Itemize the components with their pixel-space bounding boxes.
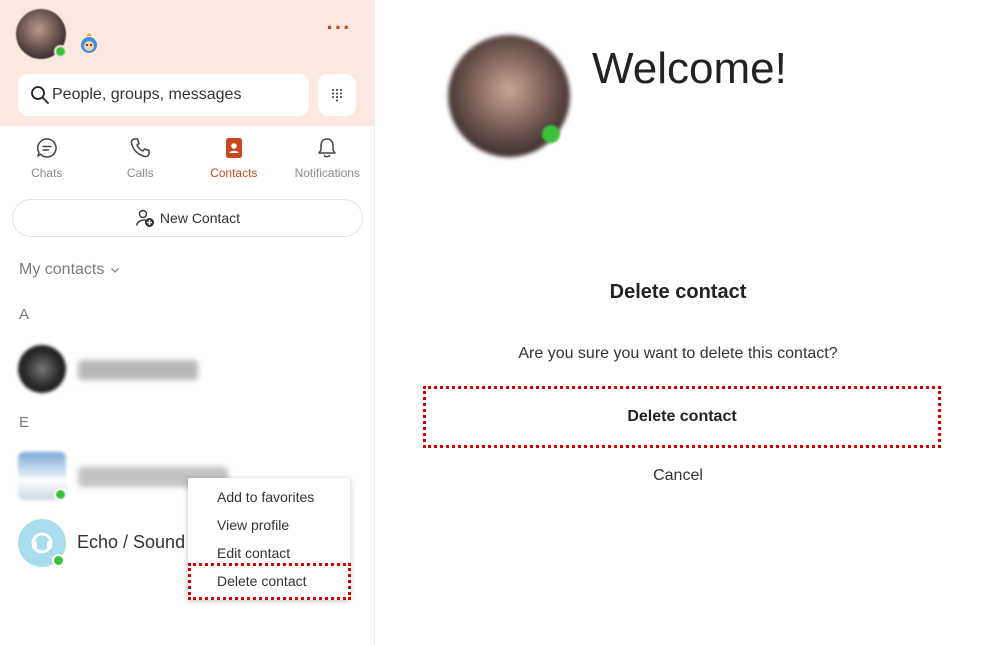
- dialpad-button[interactable]: [318, 74, 356, 116]
- dialog-title: Delete contact: [609, 281, 747, 303]
- headset-icon: [31, 532, 53, 554]
- new-contact-label: New Contact: [159, 210, 241, 226]
- tab-contacts[interactable]: Contacts: [187, 136, 281, 190]
- menu-item-delete-contact[interactable]: Delete contact: [217, 573, 307, 589]
- tab-chats[interactable]: Chats: [0, 136, 94, 190]
- contacts-book-icon: [225, 138, 242, 158]
- bell-icon: [318, 138, 336, 158]
- tab-label: Contacts: [210, 166, 258, 180]
- main-panel: Welcome! Delete contact Are you sure you…: [376, 0, 1004, 645]
- tab-notifications[interactable]: Notifications: [281, 136, 375, 190]
- tab-calls[interactable]: Calls: [94, 136, 188, 190]
- echo-contact-name[interactable]: Echo / Sound: [77, 532, 185, 553]
- mood-emoji-icon[interactable]: [79, 33, 99, 55]
- menu-item-add-to-favorites[interactable]: Add to favorites: [217, 489, 314, 505]
- menu-item-edit-contact[interactable]: Edit contact: [217, 545, 290, 561]
- dialpad-icon: [332, 89, 342, 102]
- welcome-heading: Welcome!: [592, 44, 787, 93]
- group-letter-a: A: [19, 306, 30, 323]
- my-presence-indicator: [54, 45, 67, 58]
- sidebar: ··· C: [0, 0, 375, 645]
- search-icon: [31, 86, 49, 104]
- contact-name-blurred[interactable]: [78, 360, 198, 380]
- chevron-down-icon: [111, 268, 120, 273]
- add-person-icon: [136, 209, 154, 227]
- my-contacts-label: My contacts: [19, 261, 105, 278]
- contact-avatar-blurred[interactable]: [18, 345, 66, 393]
- tab-label: Calls: [126, 166, 154, 180]
- tab-label: Chats: [31, 166, 63, 180]
- dialog-message: Are you sure you want to delete this con…: [518, 345, 838, 362]
- my-contacts-dropdown[interactable]: My contacts: [19, 261, 120, 279]
- search-box[interactable]: [18, 74, 309, 116]
- cancel-button[interactable]: Cancel: [376, 467, 980, 485]
- my-avatar[interactable]: [16, 9, 67, 59]
- confirm-delete-button[interactable]: Delete contact: [424, 388, 940, 446]
- chat-icon: [36, 138, 57, 158]
- search-input[interactable]: [52, 86, 302, 104]
- group-letter-e: E: [19, 414, 30, 431]
- tab-label: Notifications: [294, 166, 360, 180]
- phone-icon: [130, 138, 150, 158]
- echo-presence-indicator: [52, 554, 65, 567]
- more-options-button[interactable]: ···: [325, 17, 353, 42]
- contact-presence-indicator: [54, 488, 67, 501]
- menu-item-view-profile[interactable]: View profile: [217, 517, 289, 533]
- sidebar-header: ···: [0, 0, 375, 126]
- profile-presence-indicator: [542, 125, 560, 143]
- new-contact-button[interactable]: New Contact: [12, 199, 363, 237]
- contact-context-menu: Add to favorites View profile Edit conta…: [188, 478, 350, 600]
- nav-tabs: Chats Calls Contacts Notifications: [0, 136, 375, 190]
